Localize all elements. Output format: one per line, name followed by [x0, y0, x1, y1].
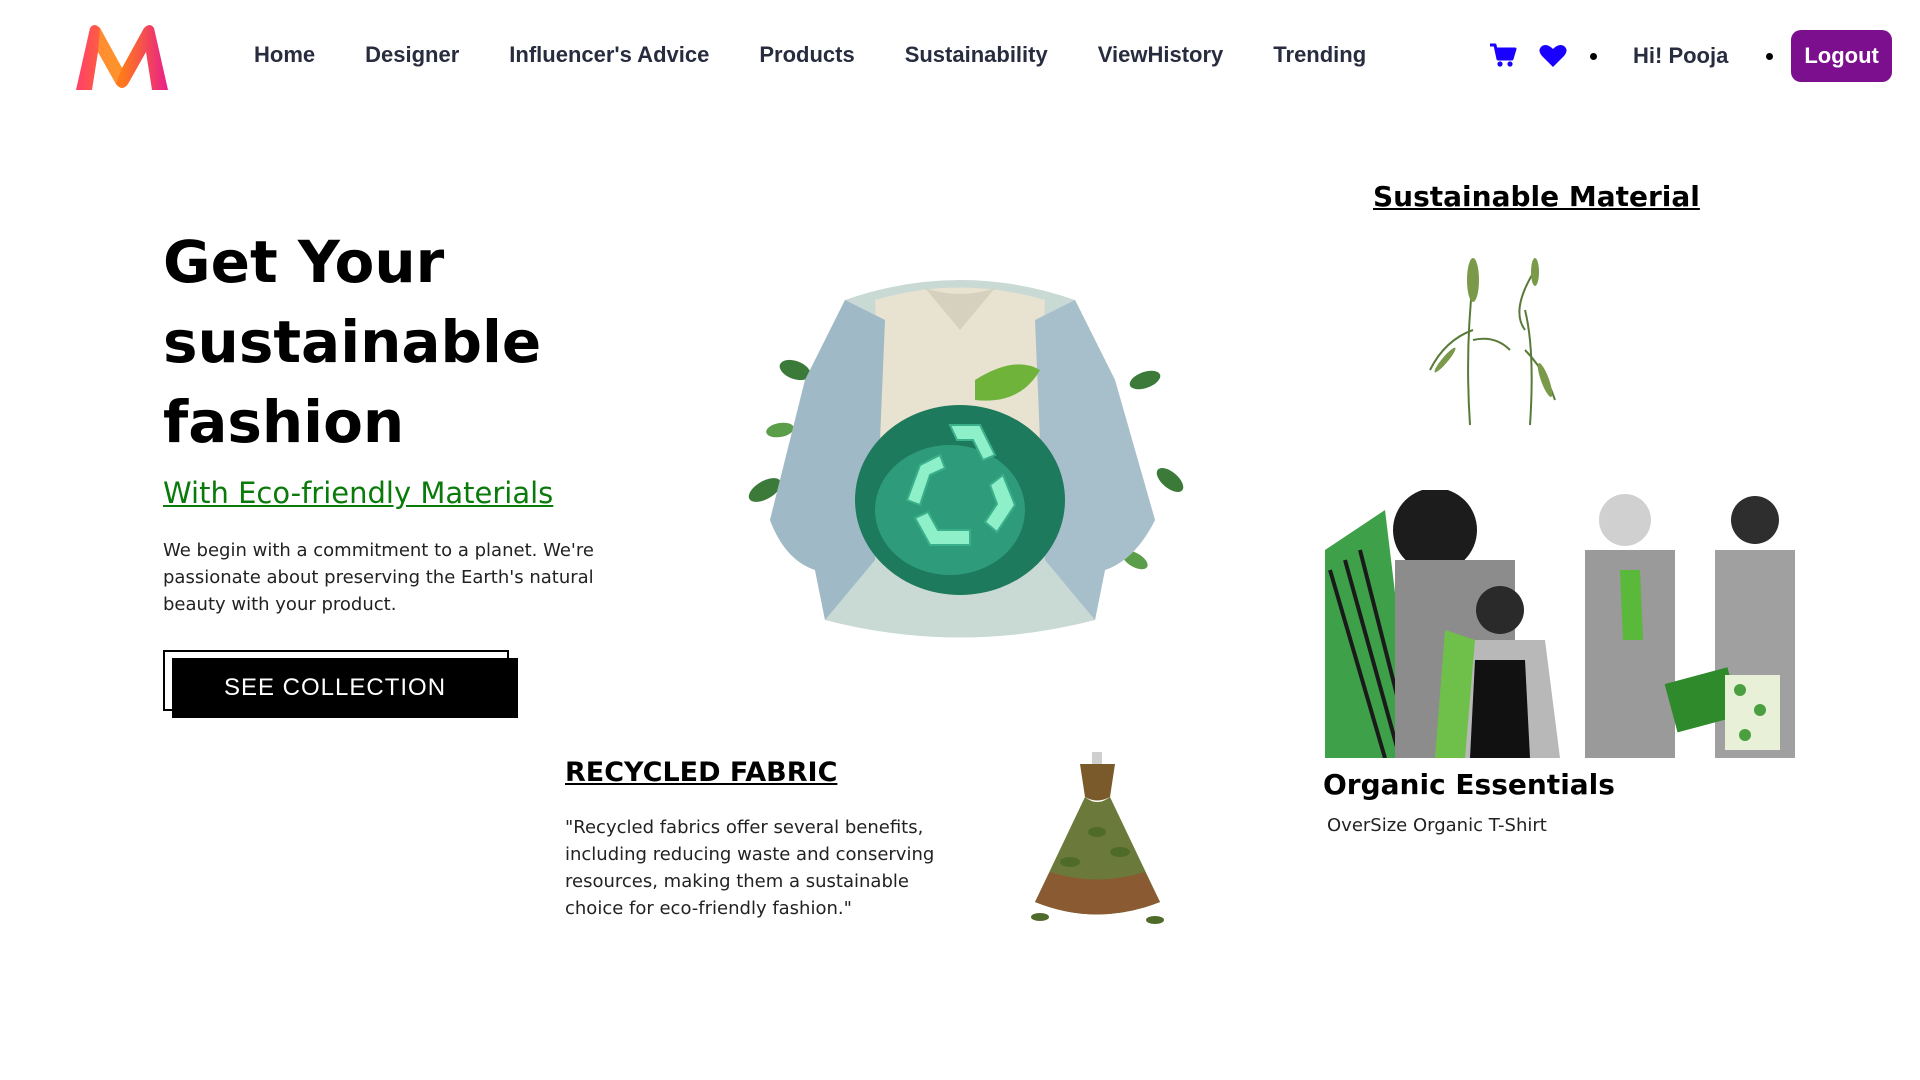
navbar: Home Designer Influencer's Advice Produc… [0, 0, 1920, 115]
recycled-fabric-title: RECYCLED FABRIC [565, 757, 838, 788]
nav-home[interactable]: Home [254, 42, 315, 68]
myntra-logo[interactable] [72, 22, 172, 92]
nav-view-history[interactable]: ViewHistory [1098, 42, 1224, 68]
organic-essentials-collage [1325, 490, 1803, 758]
nav-designer[interactable]: Designer [365, 42, 459, 68]
hero-subtitle-link[interactable]: With Eco-friendly Materials [163, 476, 553, 510]
nav-sustainability[interactable]: Sustainability [905, 42, 1048, 68]
hero-title: Get Your sustainable fashion [163, 228, 542, 456]
organic-essentials-subtitle: OverSize Organic T-Shirt [1327, 815, 1547, 836]
separator-dot [1590, 52, 1597, 60]
organic-essentials-title: Organic Essentials [1323, 768, 1615, 801]
nav-links: Home Designer Influencer's Advice Produc… [254, 42, 1416, 68]
hero-description: We begin with a commitment to a planet. … [163, 540, 594, 615]
plant-illustration [1429, 258, 1556, 426]
nav-products[interactable]: Products [759, 42, 854, 68]
user-greeting: Hi! Pooja [1633, 43, 1729, 68]
logout-button[interactable]: Logout [1791, 30, 1892, 82]
sustainable-material-link[interactable]: Sustainable Material [1373, 180, 1700, 213]
separator-dot [1766, 52, 1774, 60]
nav-influencers-advice[interactable]: Influencer's Advice [509, 42, 709, 68]
recycled-fabric-description: "Recycled fabrics offer several benefits… [565, 817, 935, 919]
see-collection-button[interactable]: SEE COLLECTION [172, 658, 518, 718]
cart-icon[interactable] [1488, 41, 1518, 71]
nav-actions: Hi! Pooja Logout [1488, 30, 1892, 82]
recycled-jacket-image [748, 280, 1184, 638]
heart-icon[interactable] [1538, 41, 1568, 71]
leaf-dress-image [1031, 752, 1164, 924]
nav-trending[interactable]: Trending [1273, 42, 1366, 68]
